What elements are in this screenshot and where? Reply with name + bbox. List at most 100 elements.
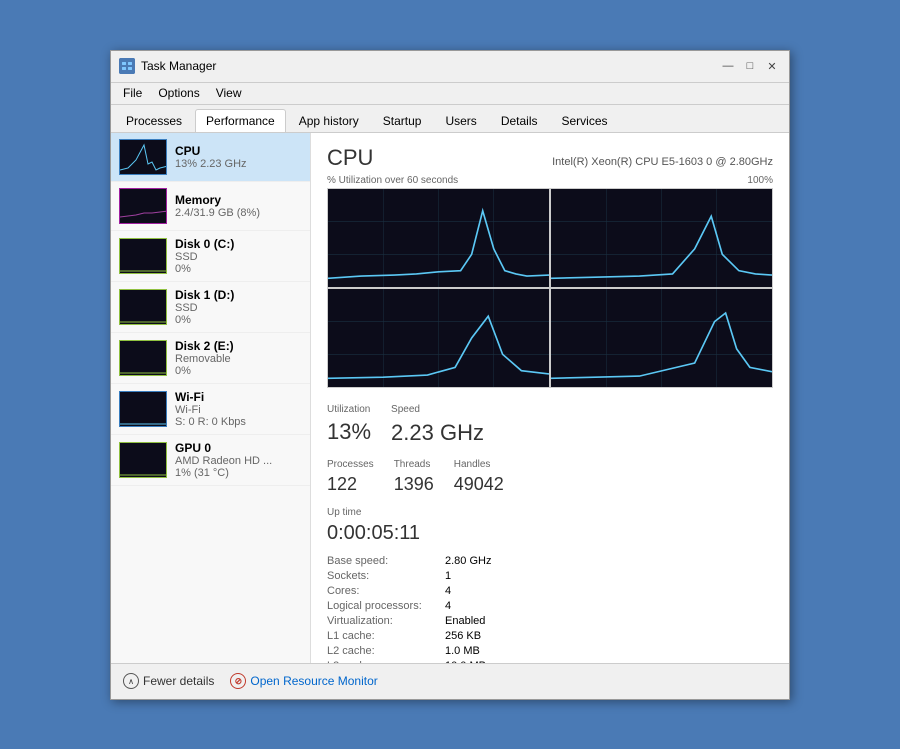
tab-details[interactable]: Details (490, 109, 549, 132)
cpu-label: CPU 13% 2.23 GHz (175, 144, 247, 170)
gpu0-name: GPU 0 (175, 441, 272, 455)
utilization-value: 13% (327, 419, 371, 445)
sockets-label: Sockets: (327, 570, 437, 582)
disk1-thumbnail (119, 289, 167, 325)
gpu0-model: AMD Radeon HD ... (175, 455, 272, 467)
tab-app-history[interactable]: App history (288, 109, 370, 132)
gpu0-stats: 1% (31 °C) (175, 467, 272, 479)
menu-view[interactable]: View (208, 83, 250, 104)
fewer-details-label: Fewer details (143, 674, 214, 688)
tab-performance[interactable]: Performance (195, 109, 286, 132)
menu-bar: File Options View (111, 83, 789, 105)
disk0-usage: 0% (175, 263, 234, 275)
l3-label: L3 cache: (327, 660, 437, 662)
open-resource-monitor-button[interactable]: ⊘ Open Resource Monitor (230, 673, 377, 689)
info-base-speed: Base speed: 2.80 GHz (327, 555, 491, 567)
content-area: CPU 13% 2.23 GHz Memory 2.4/31.9 GB (8%) (111, 133, 789, 663)
processes-label: Processes (327, 459, 374, 470)
sidebar-item-disk1[interactable]: Disk 1 (D:) SSD 0% (111, 282, 310, 333)
menu-file[interactable]: File (115, 83, 150, 104)
graph-core0 (328, 189, 549, 287)
memory-name: Memory (175, 193, 260, 207)
app-icon (119, 58, 135, 74)
stat-utilization: Utilization 13% (327, 404, 371, 448)
disk2-type: Removable (175, 353, 234, 365)
stat-threads: Threads 1396 (394, 459, 434, 495)
util-max: 100% (747, 175, 773, 186)
uptime-value: 0:00:05:11 (327, 522, 773, 545)
info-sockets: Sockets: 1 (327, 570, 491, 582)
process-stats-row: Processes 122 Threads 1396 Handles 49042 (327, 459, 773, 495)
graph-core3 (551, 289, 772, 387)
minimize-button[interactable]: — (719, 57, 737, 75)
info-col-left: Base speed: 2.80 GHz Sockets: 1 Cores: 4… (327, 555, 491, 662)
util-label: % Utilization over 60 seconds (327, 175, 458, 186)
logical-value: 4 (445, 600, 451, 612)
wifi-label: Wi-Fi Wi-Fi S: 0 R: 0 Kbps (175, 390, 246, 428)
disk1-type: SSD (175, 302, 234, 314)
info-grid: Base speed: 2.80 GHz Sockets: 1 Cores: 4… (327, 555, 773, 662)
disk0-type: SSD (175, 251, 234, 263)
uptime-label: Up time (327, 507, 773, 518)
disk1-usage: 0% (175, 314, 234, 326)
sidebar-item-wifi[interactable]: Wi-Fi Wi-Fi S: 0 R: 0 Kbps (111, 384, 310, 435)
stat-uptime: Up time 0:00:05:11 (327, 507, 773, 545)
threads-label: Threads (394, 459, 434, 470)
graph-core1 (551, 189, 772, 287)
info-virt: Virtualization: Enabled (327, 615, 491, 627)
tab-services[interactable]: Services (551, 109, 619, 132)
wifi-thumbnail (119, 391, 167, 427)
processes-value: 122 (327, 474, 374, 495)
window-title: Task Manager (141, 59, 719, 73)
window-controls: — □ ✕ (719, 57, 781, 75)
logical-label: Logical processors: (327, 600, 437, 612)
cpu-header: CPU Intel(R) Xeon(R) CPU E5-1603 0 @ 2.8… (327, 145, 773, 171)
l2-value: 1.0 MB (445, 645, 480, 657)
info-cores: Cores: 4 (327, 585, 491, 597)
close-button[interactable]: ✕ (763, 57, 781, 75)
wifi-stats: S: 0 R: 0 Kbps (175, 416, 246, 428)
gpu0-thumbnail (119, 442, 167, 478)
memory-label: Memory 2.4/31.9 GB (8%) (175, 193, 260, 219)
utilization-label: Utilization (327, 404, 371, 415)
menu-options[interactable]: Options (150, 83, 207, 104)
tab-bar: Processes Performance App history Startu… (111, 105, 789, 133)
bottom-bar: ∧ Fewer details ⊘ Open Resource Monitor (111, 663, 789, 699)
sidebar-item-memory[interactable]: Memory 2.4/31.9 GB (8%) (111, 182, 310, 231)
cpu-stats: 13% 2.23 GHz (175, 158, 247, 170)
tab-processes[interactable]: Processes (115, 109, 193, 132)
resource-monitor-label: Open Resource Monitor (250, 674, 377, 688)
tab-startup[interactable]: Startup (372, 109, 433, 132)
handles-label: Handles (454, 459, 504, 470)
l1-value: 256 KB (445, 630, 481, 642)
disk2-label: Disk 2 (E:) Removable 0% (175, 339, 234, 377)
sidebar-item-disk0[interactable]: Disk 0 (C:) SSD 0% (111, 231, 310, 282)
info-l1: L1 cache: 256 KB (327, 630, 491, 642)
maximize-button[interactable]: □ (741, 57, 759, 75)
stat-processes: Processes 122 (327, 459, 374, 495)
cpu-model: Intel(R) Xeon(R) CPU E5-1603 0 @ 2.80GHz (552, 156, 773, 168)
virt-label: Virtualization: (327, 615, 437, 627)
speed-label: Speed (391, 404, 484, 415)
cpu-thumbnail (119, 139, 167, 175)
handles-value: 49042 (454, 474, 504, 495)
sockets-value: 1 (445, 570, 451, 582)
info-l2: L2 cache: 1.0 MB (327, 645, 491, 657)
main-panel: CPU Intel(R) Xeon(R) CPU E5-1603 0 @ 2.8… (311, 133, 789, 663)
wifi-name: Wi-Fi (175, 390, 246, 404)
sidebar-item-gpu0[interactable]: GPU 0 AMD Radeon HD ... 1% (31 °C) (111, 435, 310, 486)
cores-value: 4 (445, 585, 451, 597)
chevron-up-icon: ∧ (123, 673, 139, 689)
title-bar: Task Manager — □ ✕ (111, 51, 789, 83)
sidebar-item-disk2[interactable]: Disk 2 (E:) Removable 0% (111, 333, 310, 384)
fewer-details-button[interactable]: ∧ Fewer details (123, 673, 214, 689)
l1-label: L1 cache: (327, 630, 437, 642)
l3-value: 10.0 MB (445, 660, 486, 662)
l2-label: L2 cache: (327, 645, 437, 657)
tab-users[interactable]: Users (434, 109, 487, 132)
disk2-thumbnail (119, 340, 167, 376)
speed-value: 2.23 GHz (391, 419, 484, 448)
sidebar-item-cpu[interactable]: CPU 13% 2.23 GHz (111, 133, 310, 182)
cores-label: Cores: (327, 585, 437, 597)
disk0-name: Disk 0 (C:) (175, 237, 234, 251)
